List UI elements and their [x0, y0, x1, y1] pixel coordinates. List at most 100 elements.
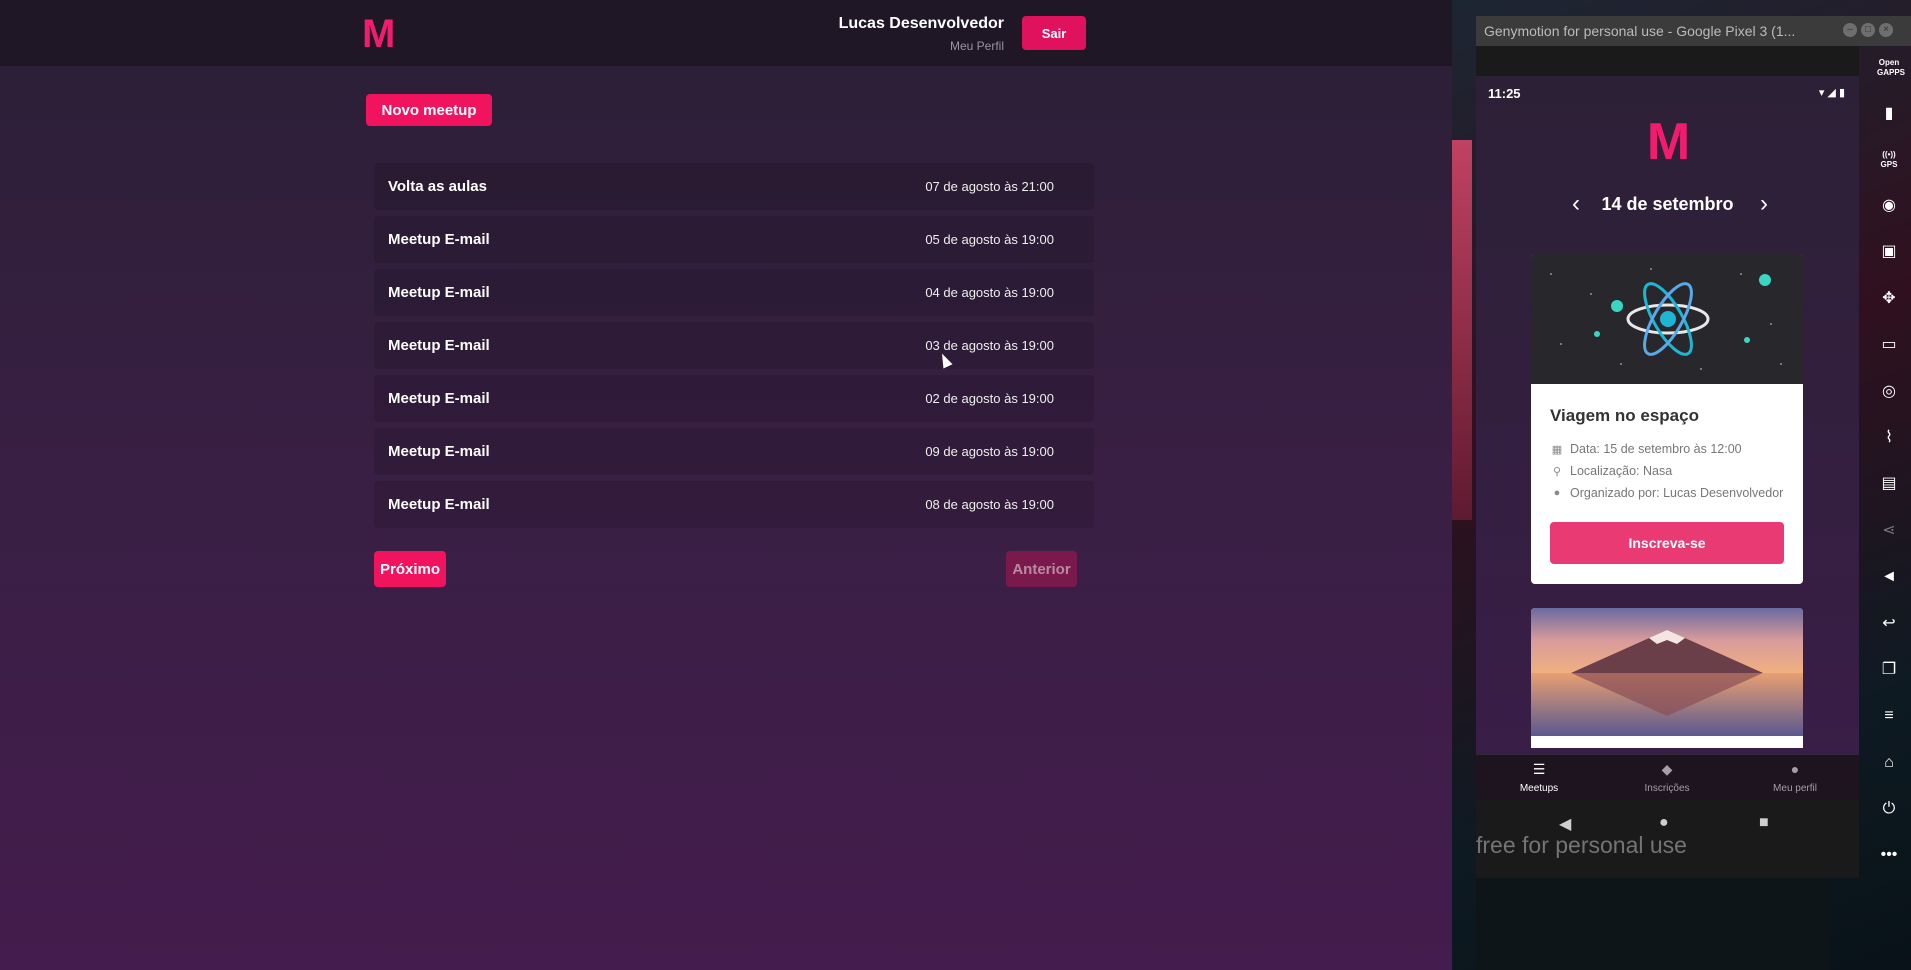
meetup-item[interactable]: Meetup E-mail 09 de agosto às 19:00	[374, 428, 1094, 475]
meetup-item[interactable]: Volta as aulas 07 de agosto às 21:00	[374, 163, 1094, 210]
meetup-title: Volta as aulas	[388, 178, 487, 195]
opengapps-icon[interactable]: Open GAPPS	[1877, 58, 1905, 82]
app-logo: M	[1646, 113, 1690, 171]
meetup-item[interactable]: Meetup E-mail 05 de agosto às 19:00	[374, 216, 1094, 263]
logout-button[interactable]: Sair	[1022, 16, 1086, 50]
desktop-wallpaper	[1452, 140, 1472, 520]
home-icon[interactable]: ⌂	[1877, 751, 1901, 775]
profile-link[interactable]: Meu Perfil	[839, 39, 1004, 53]
meetup-date: 02 de agosto às 19:00	[925, 391, 1054, 406]
phone-screen[interactable]: 11:25 ▾ ◢ ▮ M ‹ 14 de setembro › Viagem …	[1476, 76, 1859, 800]
nav-recents-icon[interactable]: ■	[1759, 814, 1769, 832]
meetup-card-2	[1531, 608, 1803, 748]
bottom-tab-bar: ☰ Meetups ◆ Inscrições ● Meu perfil	[1476, 754, 1859, 800]
tag-icon: ◆	[1661, 761, 1673, 777]
user-block: Lucas Desenvolvedor Meu Perfil	[839, 15, 1004, 53]
tab-label: Meu perfil	[1773, 783, 1817, 794]
meetup-banner-image	[1531, 254, 1803, 384]
react-atom-illustration	[1531, 254, 1803, 384]
menu-icon[interactable]: ≡	[1877, 704, 1901, 728]
emulator-title: Genymotion for personal use - Google Pix…	[1484, 23, 1796, 39]
capture-icon[interactable]: ▣	[1877, 240, 1901, 264]
move-icon[interactable]: ✥	[1877, 287, 1901, 311]
meetup-title: Meetup E-mail	[388, 284, 490, 301]
meetup-item[interactable]: Meetup E-mail 02 de agosto às 19:00	[374, 375, 1094, 422]
tab-subscriptions[interactable]: ◆ Inscrições	[1627, 761, 1707, 794]
meetup-date: 05 de agosto às 19:00	[925, 232, 1054, 247]
meetup-item[interactable]: Meetup E-mail 03 de agosto às 19:00	[374, 322, 1094, 369]
emulator-titlebar[interactable]: Genymotion for personal use - Google Pix…	[1476, 16, 1911, 46]
chevron-right-icon[interactable]: ›	[1760, 190, 1768, 218]
back-icon[interactable]: ↩	[1877, 612, 1901, 636]
web-header: M Lucas Desenvolvedor Meu Perfil Sair	[0, 0, 1452, 66]
list-icon: ☰	[1532, 761, 1546, 777]
tab-label: Inscrições	[1644, 783, 1690, 794]
battery-status-icon: ▮	[1838, 87, 1845, 99]
network-icon[interactable]: ⌇	[1877, 426, 1901, 450]
maximize-icon[interactable]: □	[1861, 23, 1875, 37]
phone-device: 11:25 ▾ ◢ ▮ M ‹ 14 de setembro › Viagem …	[1476, 46, 1859, 878]
meetup-item[interactable]: Meetup E-mail 08 de agosto às 19:00	[374, 481, 1094, 528]
meetup-card-organizer-row: ● Organizado por: Lucas Desenvolvedor	[1550, 486, 1784, 500]
meetup-card-title: Viagem no espaço	[1550, 406, 1699, 425]
person-icon: ●	[1790, 761, 1800, 777]
meetup-card-location: Localização: Nasa	[1570, 464, 1673, 478]
day-label: 14 de setembro	[1601, 194, 1734, 214]
status-icons: ▾ ◢ ▮	[1819, 86, 1845, 99]
meetup-list: Volta as aulas 07 de agosto às 21:00 Mee…	[374, 163, 1094, 534]
meetup-card-date: Data: 15 de setembro às 12:00	[1570, 442, 1742, 456]
close-icon[interactable]: ×	[1879, 23, 1893, 37]
minimize-icon[interactable]: –	[1843, 23, 1857, 37]
meetup-title: Meetup E-mail	[388, 496, 490, 513]
battery-icon[interactable]: ▮	[1877, 102, 1901, 126]
tab-profile[interactable]: ● Meu perfil	[1755, 761, 1835, 794]
nav-back-icon[interactable]: ◀	[1559, 814, 1571, 834]
meetup-date: 07 de agosto às 21:00	[925, 179, 1054, 194]
share-icon[interactable]: ⋖	[1877, 519, 1901, 543]
desktop-wallpaper-bottom	[1476, 878, 1831, 970]
logo[interactable]: M	[362, 12, 395, 57]
meetup-date: 09 de agosto às 19:00	[925, 444, 1054, 459]
meetup-card: Viagem no espaço ▦ Data: 15 de setembro …	[1531, 254, 1803, 584]
meetup-card-date-row: ▦ Data: 15 de setembro às 12:00	[1550, 442, 1784, 456]
volume-up-icon[interactable]: ◄	[1877, 565, 1901, 589]
meetup-date: 04 de agosto às 19:00	[925, 285, 1054, 300]
sms-icon[interactable]: ▤	[1877, 472, 1901, 496]
tab-meetups[interactable]: ☰ Meetups	[1499, 761, 1579, 794]
webcam-icon[interactable]: ◉	[1877, 194, 1901, 218]
recent-apps-icon[interactable]: ❐	[1877, 658, 1901, 682]
day-navigator: ‹ 14 de setembro ›	[1476, 190, 1859, 220]
previous-page-button[interactable]: Anterior	[1006, 551, 1077, 587]
watermark: free for personal use	[1476, 832, 1687, 858]
nav-home-icon[interactable]: ●	[1659, 814, 1669, 832]
signal-icon: ◢	[1827, 87, 1836, 99]
android-nav-bar: ◀ ● ■ free for personal use	[1476, 800, 1859, 878]
status-time: 11:25	[1488, 86, 1521, 101]
meetapp-web: M Lucas Desenvolvedor Meu Perfil Sair No…	[0, 0, 1452, 970]
meetup-card-location-row: ⚲ Localização: Nasa	[1550, 464, 1784, 478]
tab-label: Meetups	[1519, 783, 1559, 794]
emulator-toolbar: Open GAPPS ▮ ((•)) GPS ◉ ▣ ✥ ▭ ◎ ⌇ ▤ ⋖ ◄ ↩…	[1865, 54, 1911, 864]
meetup-date: 08 de agosto às 19:00	[925, 497, 1054, 512]
wifi-icon: ▾	[1818, 87, 1825, 99]
meetup-item[interactable]: Meetup E-mail 04 de agosto às 19:00	[374, 269, 1094, 316]
mountain-lake-image	[1531, 608, 1803, 748]
user-name: Lucas Desenvolvedor	[838, 15, 1004, 32]
meetup-card-body: Viagem no espaço ▦ Data: 15 de setembro …	[1531, 384, 1803, 584]
meetup-card-organizer: Organizado por: Lucas Desenvolvedor	[1570, 486, 1784, 500]
more-icon[interactable]: •••	[1877, 843, 1901, 867]
meetup-title: Meetup E-mail	[388, 390, 490, 407]
subscribe-button[interactable]: Inscreva-se	[1550, 522, 1784, 564]
next-page-button[interactable]: Próximo	[374, 551, 446, 587]
power-icon[interactable]: ⏻	[1877, 797, 1901, 821]
disk-io-icon[interactable]: ◎	[1877, 380, 1901, 404]
status-bar: 11:25 ▾ ◢ ▮	[1476, 76, 1859, 110]
new-meetup-button[interactable]: Novo meetup	[366, 94, 492, 126]
meetup-title: Meetup E-mail	[388, 337, 490, 354]
identifiers-icon[interactable]: ▭	[1877, 333, 1901, 357]
meetup-title: Meetup E-mail	[388, 231, 490, 248]
meetup-title: Meetup E-mail	[388, 443, 490, 460]
person-icon: ●	[1553, 487, 1561, 499]
calendar-icon: ▦	[1551, 443, 1563, 456]
gps-icon[interactable]: ((•)) GPS	[1877, 150, 1901, 174]
